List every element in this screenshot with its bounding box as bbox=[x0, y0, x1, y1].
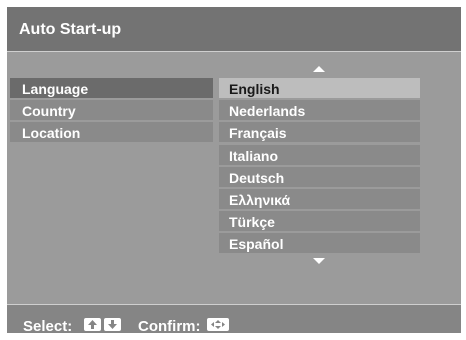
language-option-label: Español bbox=[229, 236, 284, 252]
language-option-label: Italiano bbox=[229, 148, 279, 164]
language-option[interactable]: Ελληνικά bbox=[219, 189, 420, 209]
language-option[interactable]: English bbox=[219, 78, 420, 98]
language-option[interactable]: Deutsch bbox=[219, 167, 420, 187]
language-option-label: English bbox=[229, 81, 280, 97]
language-option[interactable]: Türkçe bbox=[219, 211, 420, 231]
page-title: Auto Start-up bbox=[19, 21, 122, 38]
footer-bar bbox=[7, 305, 461, 333]
language-option[interactable]: Français bbox=[219, 122, 420, 142]
title-bar: Auto Start-up bbox=[7, 7, 461, 52]
menu-item-label: Location bbox=[22, 125, 81, 141]
language-option[interactable]: Español bbox=[219, 233, 420, 253]
language-option[interactable]: Italiano bbox=[219, 145, 420, 165]
language-option-label: Ελληνικά bbox=[229, 192, 291, 208]
scroll-down-arrow-icon[interactable] bbox=[313, 258, 325, 264]
enter-key-icon bbox=[207, 318, 229, 331]
language-option-label: Türkçe bbox=[229, 214, 275, 230]
select-hint-label: Select: bbox=[23, 318, 73, 335]
up-key-icon bbox=[84, 318, 101, 331]
menu-item-label: Country bbox=[22, 103, 76, 119]
language-option-label: Nederlands bbox=[229, 103, 306, 119]
menu-item-label: Language bbox=[22, 81, 89, 97]
confirm-hint-label: Confirm: bbox=[138, 318, 201, 335]
language-option-label: Français bbox=[229, 125, 287, 141]
language-option[interactable]: Nederlands bbox=[219, 100, 420, 120]
scroll-up-arrow-icon[interactable] bbox=[313, 66, 325, 72]
menu-item-location[interactable]: Location bbox=[10, 122, 213, 142]
language-option-label: Deutsch bbox=[229, 170, 285, 186]
menu-item-country[interactable]: Country bbox=[10, 100, 213, 120]
down-key-icon bbox=[104, 318, 121, 331]
menu-item-language[interactable]: Language bbox=[10, 78, 213, 98]
